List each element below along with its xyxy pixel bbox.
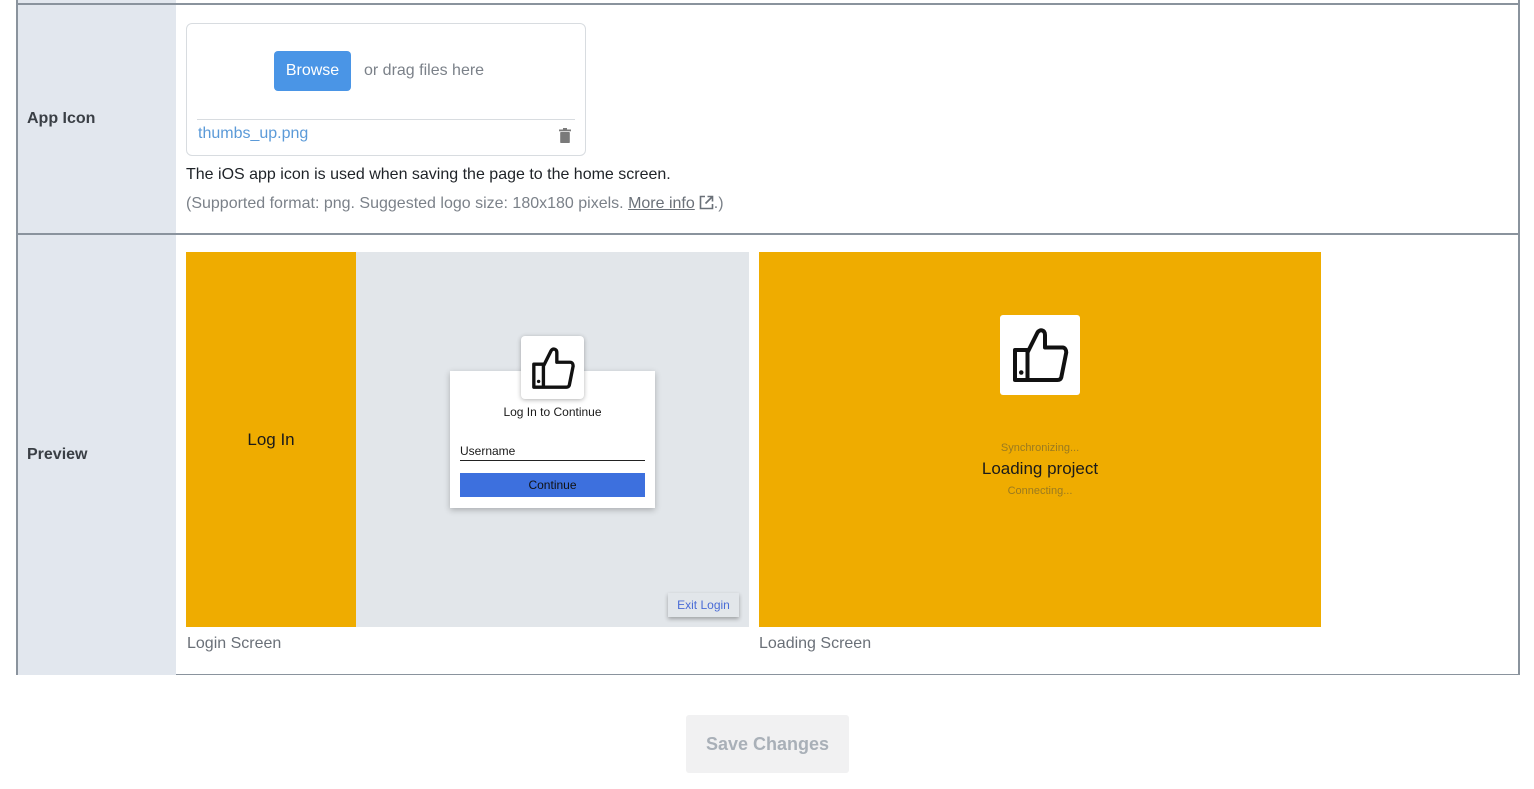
app-icon-hint: (Supported format: png. Suggested logo s… xyxy=(186,195,724,213)
settings-table: App Icon Browse or drag files here thumb… xyxy=(16,0,1520,675)
login-card-title: Log In to Continue xyxy=(503,405,602,419)
exit-login-button: Exit Login xyxy=(668,593,739,617)
login-logo xyxy=(521,336,584,399)
upload-divider xyxy=(197,119,575,120)
username-field: Username xyxy=(460,444,645,461)
trash-icon[interactable] xyxy=(559,128,571,143)
app-icon-description: The iOS app icon is used when saving the… xyxy=(186,166,671,183)
login-screen-caption: Login Screen xyxy=(187,635,282,652)
hint-prefix: (Supported format: png. Suggested logo s… xyxy=(186,195,629,212)
previous-row-label-cell xyxy=(18,0,176,3)
synchronizing-text: Synchronizing... xyxy=(1000,442,1080,454)
loading-logo xyxy=(1000,315,1080,395)
external-link-icon[interactable] xyxy=(699,195,714,210)
connecting-text: Connecting... xyxy=(1007,485,1073,497)
more-info-link[interactable]: More info xyxy=(628,195,695,212)
loading-project-text: Loading project xyxy=(981,459,1099,478)
file-upload-dropzone[interactable]: Browse or drag files here thumbs_up.png xyxy=(186,23,586,156)
login-screen-preview: Log In Log In to Continue Username Conti… xyxy=(186,252,749,627)
loading-screen-preview: Synchronizing... Loading project Connect… xyxy=(759,252,1321,627)
app-icon-cell: Browse or drag files here thumbs_up.png … xyxy=(176,5,1518,233)
save-changes-button[interactable]: Save Changes xyxy=(686,715,849,773)
drag-files-text: or drag files here xyxy=(364,62,485,79)
login-side-panel: Log In xyxy=(186,252,356,627)
continue-button: Continue xyxy=(460,473,645,497)
browse-button[interactable]: Browse xyxy=(274,51,351,91)
preview-row: Preview Log In Log In to Continue Userna… xyxy=(18,235,1518,675)
app-icon-label: App Icon xyxy=(18,5,176,233)
thumbs-up-icon xyxy=(1013,328,1069,382)
login-side-text: Log In xyxy=(247,429,295,449)
thumbs-up-icon xyxy=(531,346,575,389)
uploaded-file-name[interactable]: thumbs_up.png xyxy=(198,125,308,143)
hint-suffix: .) xyxy=(713,195,724,212)
app-icon-row: App Icon Browse or drag files here thumb… xyxy=(18,5,1518,235)
loading-screen-caption: Loading Screen xyxy=(759,635,872,652)
preview-label: Preview xyxy=(18,235,176,675)
preview-cell: Log In Log In to Continue Username Conti… xyxy=(176,235,1518,675)
